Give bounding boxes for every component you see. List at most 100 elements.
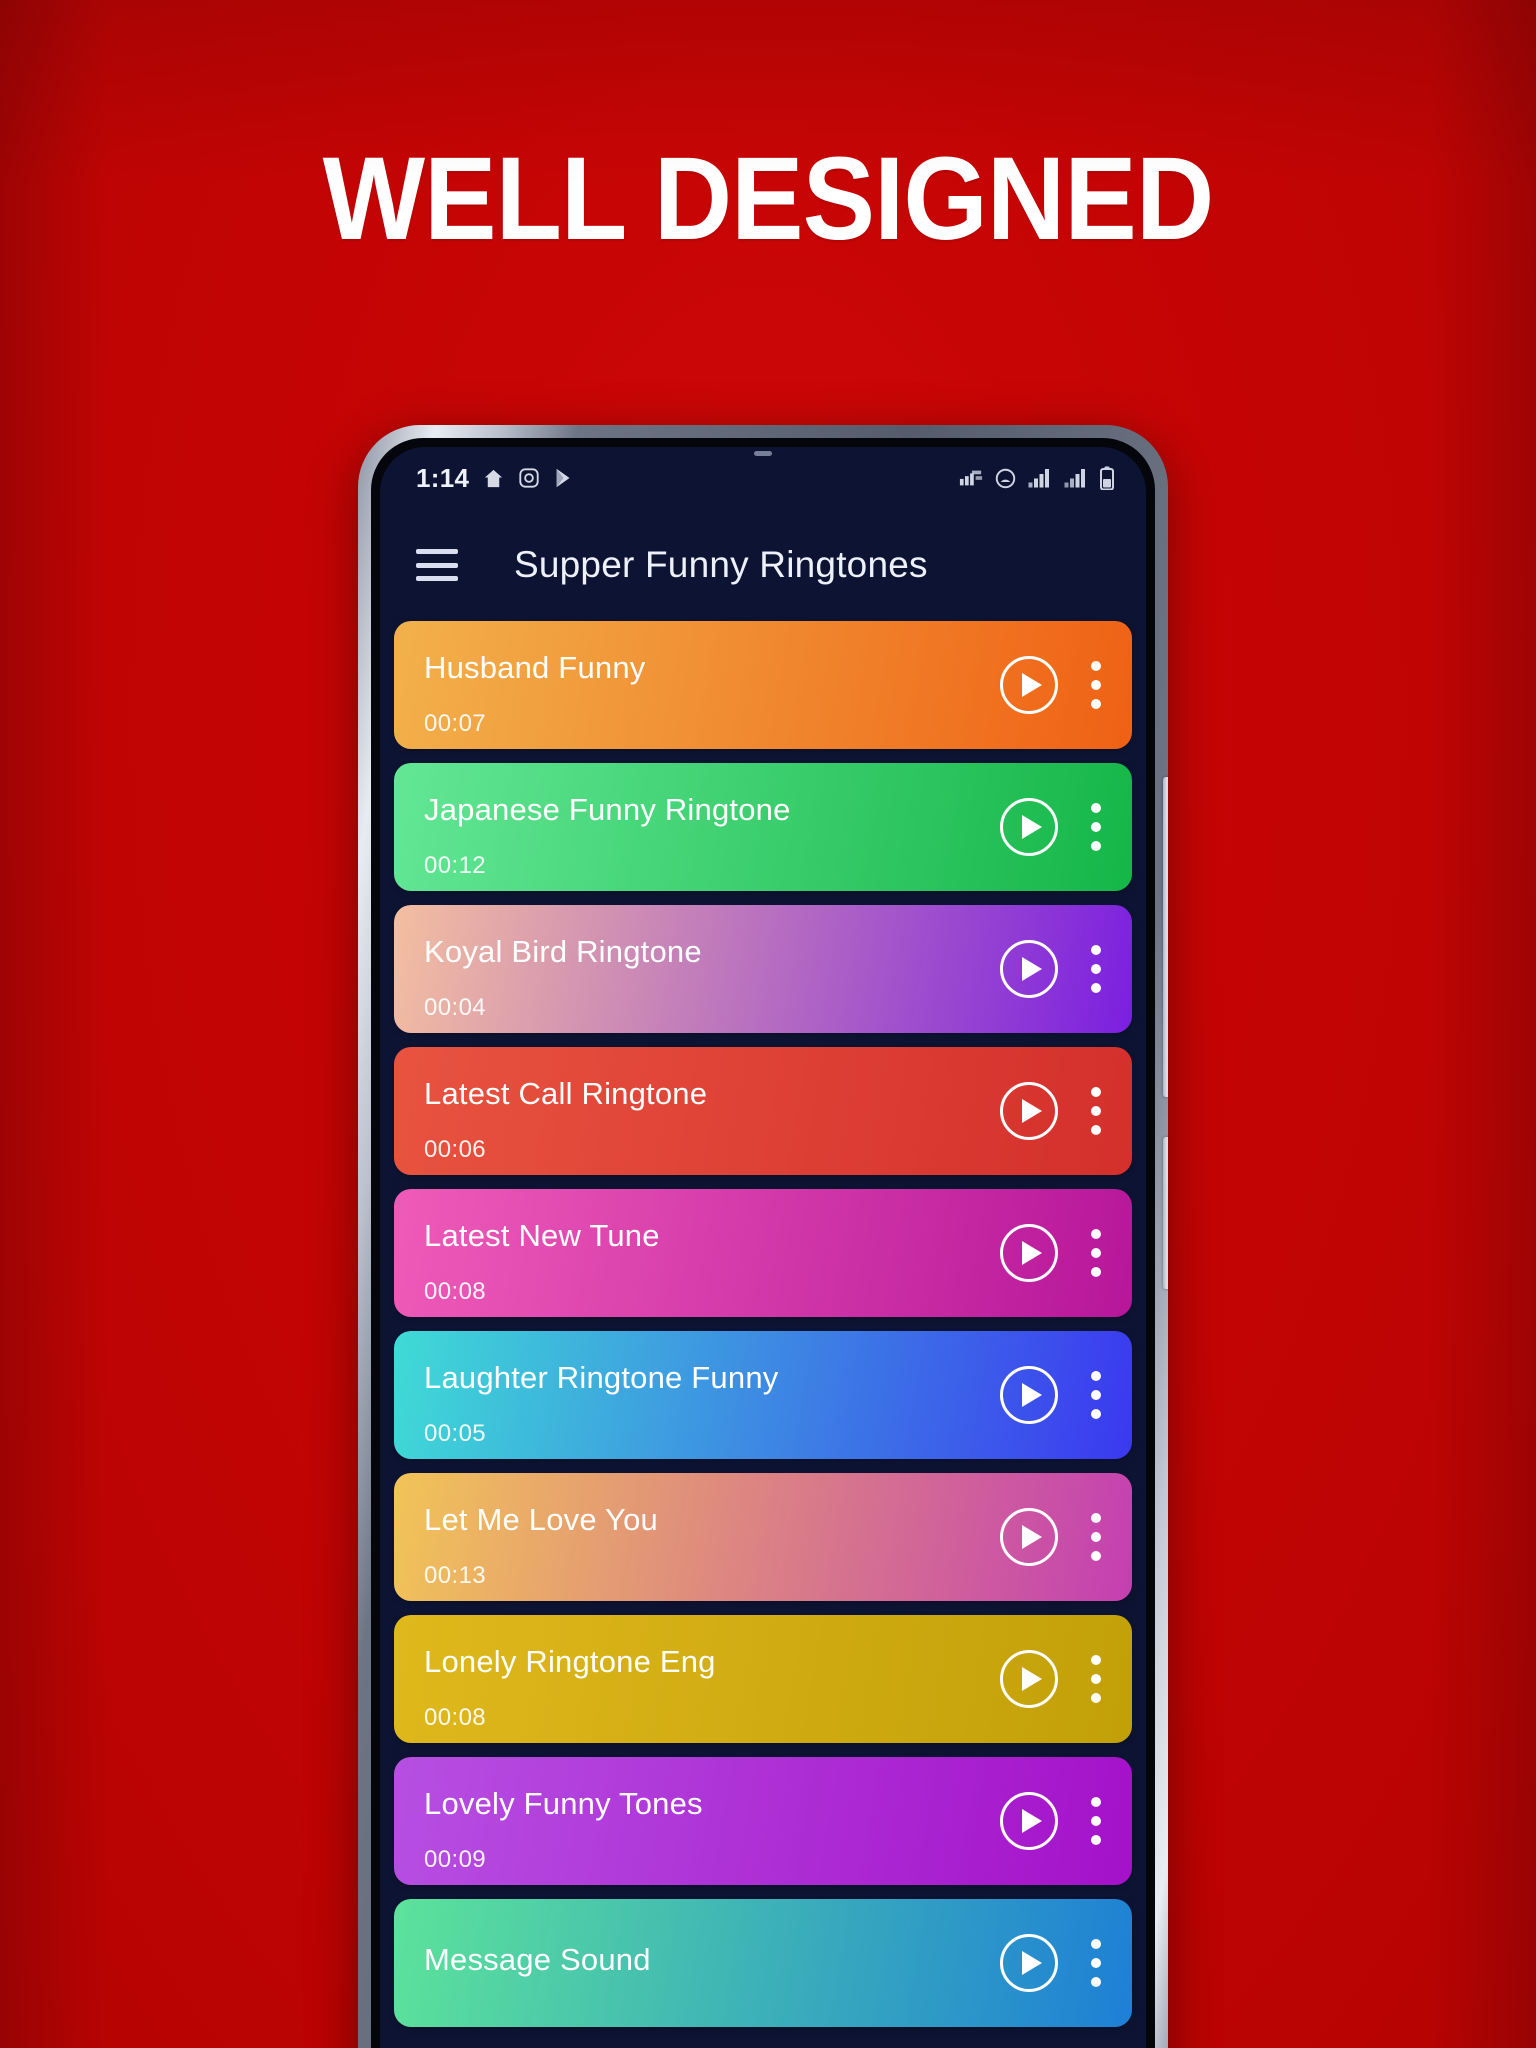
ringtone-title: Husband Funny: [424, 650, 646, 685]
play-circle-icon[interactable]: [1000, 1792, 1058, 1850]
ringtone-row[interactable]: Let Me Love You 00:13: [394, 1473, 1132, 1601]
more-vertical-icon[interactable]: [1088, 1648, 1104, 1710]
ringtone-row[interactable]: Message Sound: [394, 1899, 1132, 2027]
more-vertical-icon[interactable]: [1088, 1222, 1104, 1284]
ringtone-actions: [1000, 1648, 1110, 1710]
ringtone-title: Message Sound: [424, 1942, 651, 1977]
power-button[interactable]: [1163, 1137, 1168, 1289]
play-circle-icon[interactable]: [1000, 1508, 1058, 1566]
play-circle-icon[interactable]: [1000, 1224, 1058, 1282]
status-bar-right: [959, 466, 1114, 490]
ringtone-row[interactable]: Japanese Funny Ringtone 00:12: [394, 763, 1132, 891]
ringtone-text-block: Husband Funny 00:07: [424, 621, 1000, 749]
ringtone-list[interactable]: Husband Funny 00:07 Japanese Funny Rington…: [380, 621, 1146, 2027]
battery-icon: [1100, 466, 1114, 490]
vpn-icon: [995, 468, 1016, 489]
play-circle-icon[interactable]: [1000, 656, 1058, 714]
play-triangle-icon: [1022, 1099, 1042, 1123]
ringtone-actions: [1000, 938, 1110, 1000]
more-vertical-icon[interactable]: [1088, 1080, 1104, 1142]
more-vertical-icon[interactable]: [1088, 1506, 1104, 1568]
ringtone-duration: 00:06: [424, 1136, 487, 1163]
play-triangle-icon: [1022, 1951, 1042, 1975]
ringtone-row[interactable]: Laughter Ringtone Funny 00:05: [394, 1331, 1132, 1459]
nfc-icon: [959, 468, 983, 488]
ringtone-title: Lonely Ringtone Eng: [424, 1644, 716, 1679]
ringtone-duration: 00:04: [424, 994, 487, 1021]
ringtone-text-block: Latest New Tune 00:08: [424, 1189, 1000, 1317]
hamburger-menu-icon[interactable]: [416, 549, 458, 581]
ringtone-actions: [1000, 1364, 1110, 1426]
ringtone-actions: [1000, 1222, 1110, 1284]
ringtone-row[interactable]: Latest Call Ringtone 00:06: [394, 1047, 1132, 1175]
more-vertical-icon[interactable]: [1088, 1364, 1104, 1426]
status-bar-left: 1:14: [416, 463, 575, 494]
ringtone-text-block: Laughter Ringtone Funny 00:05: [424, 1331, 1000, 1459]
ringtone-row[interactable]: Latest New Tune 00:08: [394, 1189, 1132, 1317]
ringtone-title: Koyal Bird Ringtone: [424, 934, 702, 969]
instagram-icon: [518, 467, 540, 489]
signal-bars-1-icon: [1028, 468, 1052, 488]
ringtone-title: Lovely Funny Tones: [424, 1786, 703, 1821]
play-triangle-icon: [1022, 957, 1042, 981]
more-vertical-icon[interactable]: [1088, 654, 1104, 716]
ringtone-text-block: Koyal Bird Ringtone 00:04: [424, 905, 1000, 1033]
ringtone-row[interactable]: Lonely Ringtone Eng 00:08: [394, 1615, 1132, 1743]
home-notification-icon: [482, 467, 505, 490]
ringtone-row[interactable]: Koyal Bird Ringtone 00:04: [394, 905, 1132, 1033]
ringtone-text-block: Lovely Funny Tones 00:09: [424, 1757, 1000, 1885]
play-circle-icon[interactable]: [1000, 940, 1058, 998]
phone-device-frame: 1:14 Supper Funny Ringtones Husband Funn…: [358, 425, 1168, 2048]
signal-bars-2-icon: [1064, 468, 1088, 488]
volume-button[interactable]: [1163, 777, 1168, 1097]
app-title: Supper Funny Ringtones: [514, 544, 928, 585]
ringtone-duration: 00:05: [424, 1420, 487, 1447]
ringtone-title: Latest Call Ringtone: [424, 1076, 708, 1111]
ringtone-actions: [1000, 796, 1110, 858]
play-triangle-icon: [1022, 1383, 1042, 1407]
front-camera-icon: [754, 451, 772, 456]
play-triangle-icon: [1022, 1525, 1042, 1549]
play-triangle-icon: [1022, 1809, 1042, 1833]
play-triangle-icon: [1022, 815, 1042, 839]
ringtone-actions: [1000, 1932, 1110, 1994]
ringtone-duration: 00:13: [424, 1562, 487, 1589]
play-circle-icon[interactable]: [1000, 798, 1058, 856]
ringtone-title: Let Me Love You: [424, 1502, 658, 1537]
more-vertical-icon[interactable]: [1088, 1932, 1104, 1994]
ringtone-text-block: Japanese Funny Ringtone 00:12: [424, 763, 1000, 891]
ringtone-title: Japanese Funny Ringtone: [424, 792, 791, 827]
promo-screenshot: WELL DESIGNED 1:14 Supper Funny Ringtone…: [0, 0, 1536, 2048]
more-vertical-icon[interactable]: [1088, 1790, 1104, 1852]
ringtone-actions: [1000, 1080, 1110, 1142]
ringtone-duration: 00:09: [424, 1846, 487, 1873]
ringtone-text-block: Lonely Ringtone Eng 00:08: [424, 1615, 1000, 1743]
status-time: 1:14: [416, 462, 470, 493]
play-circle-icon[interactable]: [1000, 1650, 1058, 1708]
ringtone-text-block: Latest Call Ringtone 00:06: [424, 1047, 1000, 1175]
app-bar: Supper Funny Ringtones: [380, 509, 1146, 621]
ringtone-duration: 00:08: [424, 1278, 487, 1305]
ringtone-row[interactable]: Lovely Funny Tones 00:09: [394, 1757, 1132, 1885]
ringtone-title: Latest New Tune: [424, 1218, 660, 1253]
play-triangle-icon: [1022, 1241, 1042, 1265]
ringtone-actions: [1000, 1790, 1110, 1852]
page-title: WELL DESIGNED: [322, 133, 1215, 265]
status-bar: 1:14: [380, 447, 1146, 509]
phone-bezel: 1:14 Supper Funny Ringtones Husband Funn…: [371, 438, 1155, 2048]
ringtone-title: Laughter Ringtone Funny: [424, 1360, 779, 1395]
ringtone-actions: [1000, 1506, 1110, 1568]
play-circle-icon[interactable]: [1000, 1082, 1058, 1140]
play-triangle-icon: [1022, 1667, 1042, 1691]
play-store-icon: [553, 467, 575, 489]
ringtone-actions: [1000, 654, 1110, 716]
play-triangle-icon: [1022, 673, 1042, 697]
more-vertical-icon[interactable]: [1088, 938, 1104, 1000]
play-circle-icon[interactable]: [1000, 1366, 1058, 1424]
play-circle-icon[interactable]: [1000, 1934, 1058, 1992]
ringtone-row[interactable]: Husband Funny 00:07: [394, 621, 1132, 749]
ringtone-text-block: Let Me Love You 00:13: [424, 1473, 1000, 1601]
ringtone-duration: 00:07: [424, 710, 487, 737]
more-vertical-icon[interactable]: [1088, 796, 1104, 858]
ringtone-duration: 00:08: [424, 1704, 487, 1731]
